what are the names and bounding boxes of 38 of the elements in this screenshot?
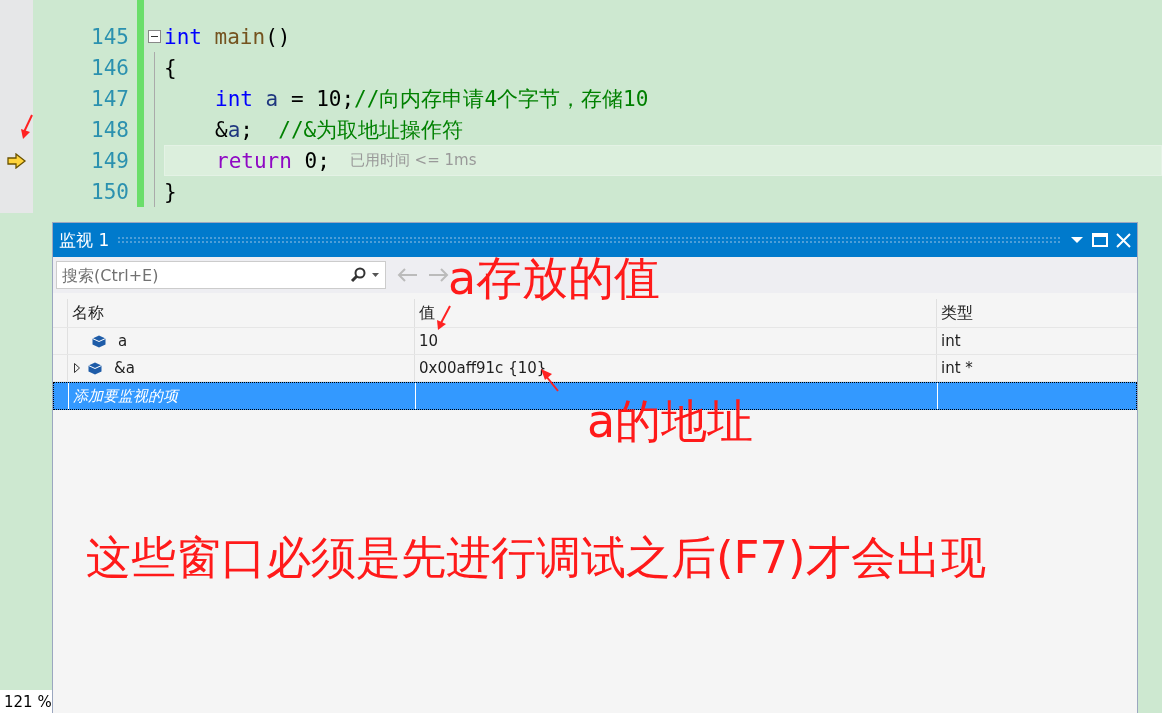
annotation-text: 这些窗口必须是先进行调试之后(F7)才会出现 <box>86 535 986 580</box>
line-number: 145 <box>91 24 129 49</box>
watch-value: 0x00aff91c {10} <box>419 359 547 377</box>
column-header[interactable]: 名称 <box>72 302 104 324</box>
panel-title: 监视 1 <box>59 228 110 252</box>
zoom-level[interactable]: 121 % <box>0 690 52 713</box>
close-icon[interactable] <box>1116 232 1131 248</box>
dropdown-icon[interactable] <box>1070 236 1084 244</box>
line-number: 148 <box>91 117 129 142</box>
watch-name: &a <box>114 359 135 377</box>
line-number: 146 <box>91 55 129 80</box>
variable-icon <box>88 361 102 375</box>
maximize-icon[interactable] <box>1092 233 1108 247</box>
watch-name: a <box>118 332 128 350</box>
code-line: { <box>164 55 177 80</box>
watch-value: 10 <box>419 332 439 350</box>
code-line: } <box>164 179 177 204</box>
expand-icon[interactable] <box>74 363 80 373</box>
watch-type: int <box>941 332 961 350</box>
code-line: return 0; <box>216 148 330 173</box>
annotation-arrow-icon <box>20 114 34 140</box>
watch-type: int * <box>941 359 973 377</box>
perf-tip: 已用时间 <= 1ms <box>349 151 477 170</box>
annotation-text: a存放的值 <box>448 255 661 301</box>
line-number: 149 <box>91 148 129 173</box>
add-watch-placeholder: 添加要监视的项 <box>73 386 178 406</box>
column-header[interactable]: 类型 <box>941 302 973 324</box>
code-line: int a = 10;//向内存申请4个字节，存储10 <box>215 85 649 113</box>
line-number: 147 <box>91 86 129 111</box>
code-line: &a; //&为取地址操作符 <box>215 116 464 144</box>
code-line: int main() <box>164 24 291 49</box>
variable-icon <box>92 334 106 348</box>
collapse-icon[interactable] <box>147 30 161 43</box>
search-icon[interactable] <box>350 267 380 283</box>
annotation-arrow-icon <box>436 305 452 331</box>
line-number: 150 <box>91 179 129 204</box>
search-field[interactable]: 搜索(Ctrl+E) <box>56 261 386 289</box>
column-header[interactable]: 值 <box>419 302 435 324</box>
